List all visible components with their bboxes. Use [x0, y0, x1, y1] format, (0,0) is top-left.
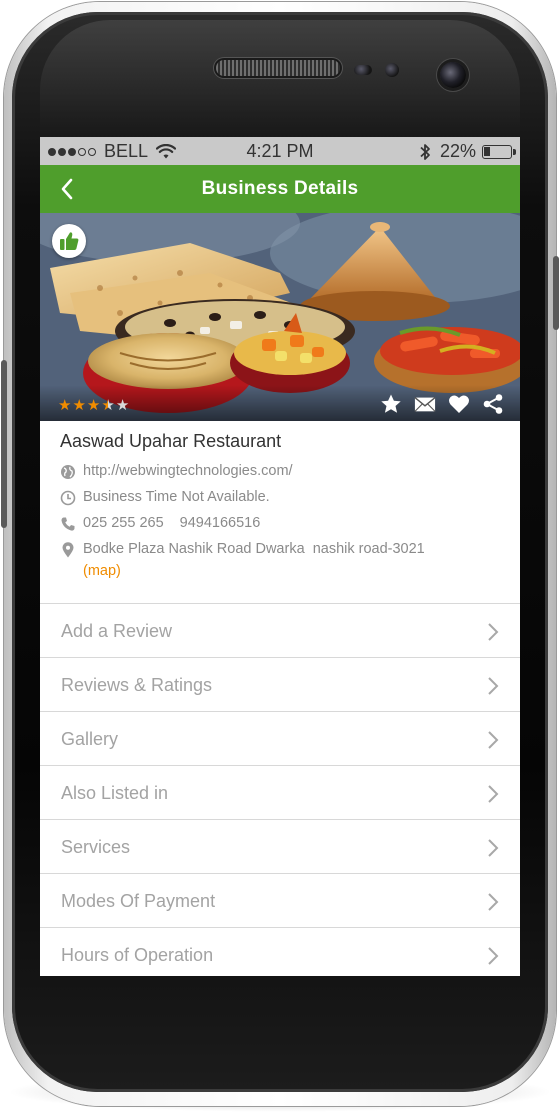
menu-item-label: Services	[61, 837, 131, 857]
star-icon	[381, 394, 401, 413]
earpiece-speaker	[216, 60, 340, 76]
wishlist-button[interactable]	[448, 393, 470, 415]
page-title: Business Details	[201, 178, 359, 199]
menu-item[interactable]: Modes Of Payment	[40, 873, 520, 927]
menu-item[interactable]: Reviews & Ratings	[40, 657, 520, 711]
share-button[interactable]	[482, 393, 504, 415]
favorite-star-button[interactable]	[380, 393, 402, 415]
chevron-right-icon	[488, 785, 499, 803]
volume-button	[1, 360, 7, 528]
menu-item-label: Add a Review	[61, 621, 173, 641]
battery-percent: 22%	[439, 141, 476, 161]
thumbs-up-icon	[60, 232, 79, 250]
rating-star-icon: ★	[101, 397, 115, 414]
business-hero-image: ★ ★ ★ ★ ★	[40, 213, 520, 421]
hours-row: Business Time Not Available.	[60, 489, 270, 506]
menu-item-label: Modes Of Payment	[61, 891, 216, 911]
rating-star-icon: ★	[115, 397, 130, 414]
globe-icon	[61, 465, 75, 479]
light-sensor	[385, 63, 399, 77]
chevron-left-icon	[61, 178, 73, 200]
star-rating: ★ ★ ★ ★ ★	[58, 398, 130, 413]
detail-menu-list: Add a Review Reviews & Ratings Gallery Also…	[40, 603, 520, 976]
heart-icon	[449, 395, 469, 413]
menu-item-label: Hours of Operation	[61, 945, 214, 965]
hero-actions	[368, 393, 504, 415]
clock-icon	[60, 490, 76, 506]
phone-number-1[interactable]: 025 255 265	[83, 515, 164, 531]
rating-star-icon: ★	[72, 397, 86, 414]
business-hours: Business Time Not Available.	[83, 489, 270, 505]
app-screen: BELL 4:21 PM 22% Business Details ★ ★ ★ …	[40, 137, 520, 976]
battery-icon	[482, 144, 516, 159]
nav-bar: Business Details	[40, 165, 520, 213]
business-info: Aaswad Upahar Restaurant http://webwingt…	[40, 421, 520, 603]
chevron-right-icon	[488, 623, 499, 641]
menu-item[interactable]: Gallery	[40, 711, 520, 765]
website-link[interactable]: http://webwingtechnologies.com/	[83, 463, 293, 479]
chevron-right-icon	[488, 731, 499, 749]
menu-item-label: Reviews & Ratings	[61, 675, 213, 695]
location-pin-icon	[62, 542, 74, 558]
menu-item[interactable]: Hours of Operation	[40, 927, 520, 976]
mail-icon	[414, 397, 436, 412]
chevron-right-icon	[488, 947, 499, 965]
website-row[interactable]: http://webwingtechnologies.com/	[60, 463, 293, 480]
menu-item-label: Also Listed in	[61, 783, 169, 803]
share-icon	[483, 394, 503, 414]
business-name: Aaswad Upahar Restaurant	[60, 431, 282, 451]
bluetooth-icon	[420, 143, 430, 160]
menu-item[interactable]: Add a Review	[40, 603, 520, 657]
menu-item-label: Gallery	[61, 729, 119, 749]
back-button[interactable]	[54, 173, 84, 205]
menu-item[interactable]: Services	[40, 819, 520, 873]
front-camera	[440, 62, 466, 88]
rating-star-icon: ★	[58, 397, 72, 414]
business-address: Bodke Plaza Nashik Road Dwarka nashik ro…	[83, 541, 425, 557]
address-row: Bodke Plaza Nashik Road Dwarka nashik ro…	[60, 541, 425, 558]
menu-item[interactable]: Also Listed in	[40, 765, 520, 819]
status-bar: BELL 4:21 PM 22%	[40, 137, 520, 165]
email-button[interactable]	[414, 393, 436, 415]
status-right: 22%	[418, 141, 516, 162]
chevron-right-icon	[488, 677, 499, 695]
phone-row[interactable]: 025 255 265 9494166516	[60, 515, 260, 532]
map-link[interactable]: (map)	[83, 563, 121, 579]
chevron-right-icon	[488, 839, 499, 857]
like-button[interactable]	[52, 224, 86, 258]
phone-icon	[61, 517, 75, 531]
chevron-right-icon	[488, 893, 499, 911]
battery-fill	[484, 146, 490, 156]
phone-number-2[interactable]: 9494166516	[180, 515, 261, 531]
rating-star-icon: ★	[86, 397, 101, 414]
proximity-sensor	[354, 65, 372, 75]
power-button	[553, 256, 559, 330]
